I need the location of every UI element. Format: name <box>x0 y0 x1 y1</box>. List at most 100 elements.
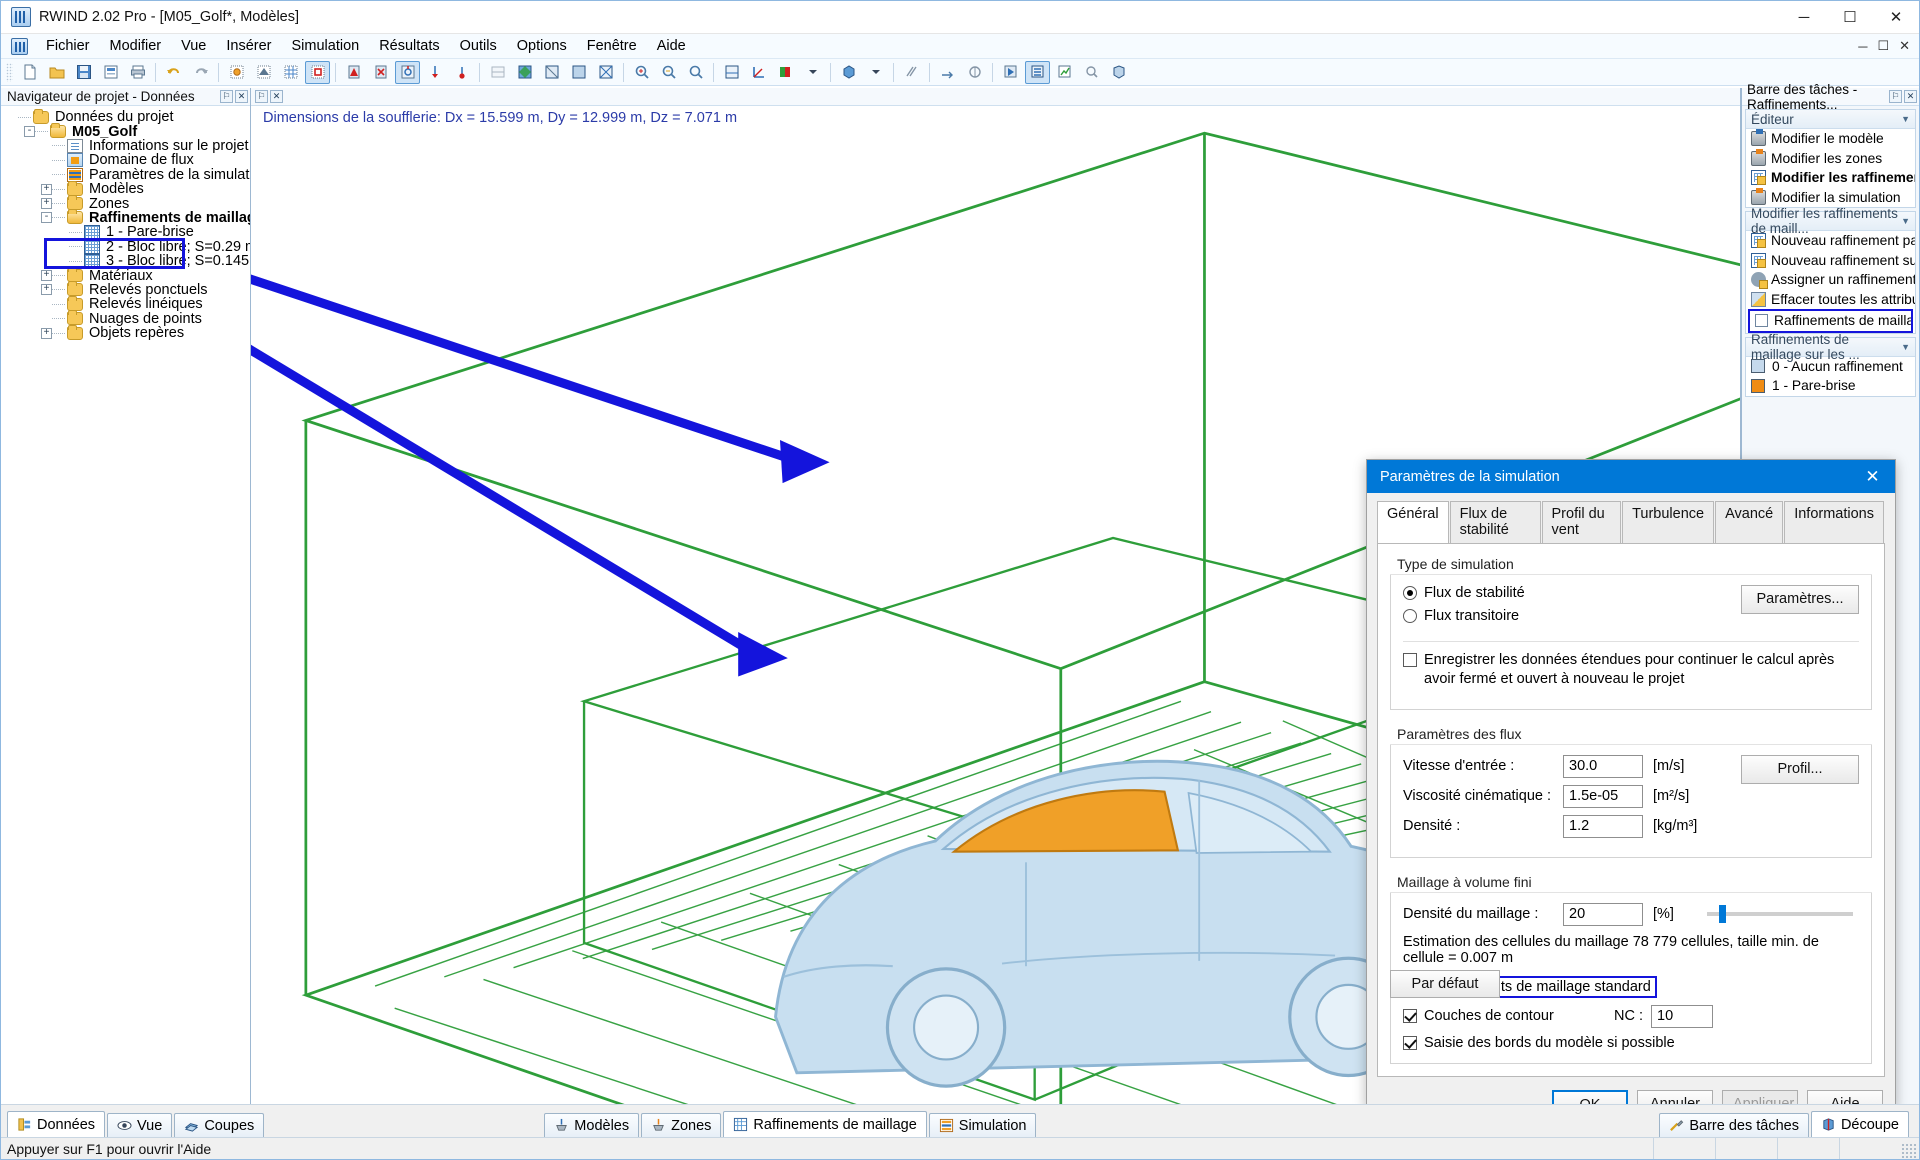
model-red-icon[interactable] <box>341 61 366 84</box>
render-mode-icon[interactable] <box>719 61 744 84</box>
tree-item-12[interactable]: + Relevés ponctuels <box>1 281 250 298</box>
dialog-tab-4[interactable]: Avancé <box>1715 501 1784 543</box>
bottom-tab-coupes[interactable]: Coupes <box>174 1113 265 1137</box>
zoom-out-icon[interactable] <box>656 61 681 84</box>
legend-item-0[interactable]: 0 - Aucun raffinement <box>1746 357 1915 377</box>
menu-item-modifier[interactable]: Modifier <box>100 36 172 56</box>
chevron-down-icon[interactable]: ▼ <box>1901 216 1910 226</box>
project-tree[interactable]: Données du projet - M05_Golf Informations s… <box>1 106 250 1104</box>
palette-dropdown-icon[interactable] <box>800 61 825 84</box>
radio-flux-stabilite[interactable] <box>1403 586 1417 600</box>
profile-button[interactable]: Profil... <box>1741 754 1859 784</box>
tree-item-14[interactable]: Nuages de points <box>1 310 250 327</box>
default-button[interactable]: Par défaut <box>1390 970 1500 998</box>
view-shaded-icon[interactable] <box>512 61 537 84</box>
radio-flux-transitoire[interactable] <box>1403 609 1417 623</box>
dialog-tab-3[interactable]: Turbulence <box>1622 501 1715 543</box>
grid-icon[interactable] <box>278 61 303 84</box>
mesh-settings-icon[interactable] <box>224 61 249 84</box>
pin-icon[interactable]: ⚐ <box>220 90 233 103</box>
resize-grip[interactable] <box>1901 1143 1917 1159</box>
scale-icon[interactable] <box>962 61 987 84</box>
box-icon[interactable] <box>836 61 861 84</box>
transform-icon[interactable] <box>935 61 960 84</box>
tree-expander[interactable]: + <box>41 284 52 296</box>
taskpanel-item-1-3[interactable]: Effacer toutes les attributions <box>1746 290 1915 310</box>
tree-item-13[interactable]: Relevés linéiques <box>1 295 250 312</box>
nc-input[interactable]: 10 <box>1651 1004 1713 1028</box>
taskpanel-item-1-4[interactable]: Raffinements de maillage standard <box>1750 311 1911 331</box>
dialog-tab-5[interactable]: Informations <box>1784 501 1884 543</box>
boundary-layers-row[interactable]: Couches de contour NC : 10 <box>1403 1004 1859 1028</box>
tree-item-2[interactable]: Informations sur le projet <box>1 138 250 154</box>
view-solid-icon[interactable] <box>566 61 591 84</box>
view-cross-icon[interactable] <box>593 61 618 84</box>
box-dropdown-icon[interactable] <box>863 61 888 84</box>
tree-expander[interactable]: + <box>41 327 52 339</box>
axes-icon[interactable] <box>746 61 771 84</box>
menu-item-simulation[interactable]: Simulation <box>282 36 370 56</box>
taskpanel-item-1-1[interactable]: Nouveau raffinement sur les zon... <box>1746 251 1915 271</box>
menu-item-inserer[interactable]: Insérer <box>216 36 281 56</box>
mesh-density-input[interactable]: 20 <box>1563 902 1643 926</box>
dialog-close-button[interactable]: ✕ <box>1850 460 1895 493</box>
help-tool-icon[interactable] <box>1106 61 1131 84</box>
tree-item-4[interactable]: Paramètres de la simulation <box>1 167 250 183</box>
tree-item-0[interactable]: Données du projet <box>1 108 250 125</box>
taskpanel-item-1-2[interactable]: Assigner un raffinement de maill... <box>1746 270 1915 290</box>
tree-expander[interactable]: + <box>41 198 52 210</box>
tree-item-1[interactable]: - M05_Golf <box>1 123 250 140</box>
model-rotate-icon[interactable] <box>395 60 420 84</box>
maximize-button[interactable]: ☐ <box>1827 1 1873 33</box>
menu-item-fichier[interactable]: Fichier <box>36 36 100 56</box>
zoom-in-icon[interactable] <box>629 61 654 84</box>
tree-item-5[interactable]: + Modèles <box>1 180 250 197</box>
radio-row-flux-transitoire[interactable]: Flux transitoire <box>1403 608 1741 624</box>
taskpanel-item-0-2[interactable]: Modifier les raffinements d◂ <box>1746 168 1915 188</box>
simulation-parameters-dialog[interactable]: Paramètres de la simulation ✕ Général Flu… <box>1366 459 1896 1120</box>
mdi-minimize-button[interactable]: ─ <box>1853 39 1872 54</box>
tree-item-11[interactable]: + Matériaux <box>1 266 250 284</box>
chevron-down-icon[interactable]: ▼ <box>1901 342 1910 352</box>
bottom-tab-vue[interactable]: Vue <box>107 1113 173 1137</box>
taskpanel-item-0-3[interactable]: Modifier la simulation <box>1746 187 1915 208</box>
save-icon[interactable] <box>71 61 96 84</box>
bottom-tab-d-coupe[interactable]: Découpe <box>1810 1111 1909 1137</box>
tree-item-7[interactable]: - Raffinements de maillage <box>1 209 250 226</box>
tree-item-3[interactable]: Domaine de flux <box>1 152 250 168</box>
undo-icon[interactable] <box>161 61 186 84</box>
close-icon[interactable]: ✕ <box>270 90 283 103</box>
bottom-tab-mod-les[interactable]: Modèles <box>544 1113 640 1137</box>
close-icon[interactable]: ✕ <box>235 90 248 103</box>
mdi-restore-button[interactable]: ☐ <box>1872 38 1894 54</box>
print-preview-icon[interactable] <box>98 61 123 84</box>
taskpanel-group-header[interactable]: Raffinements de maillage sur les ... ▼ <box>1746 332 1915 362</box>
pin-icon[interactable]: ⚐ <box>1889 90 1902 103</box>
results-icon[interactable] <box>1052 61 1077 84</box>
toolbar-grip[interactable] <box>6 62 13 82</box>
save-extended-data-row[interactable]: Enregistrer les données étendues pour co… <box>1403 651 1859 690</box>
tree-expander[interactable]: - <box>24 126 35 138</box>
domain-icon[interactable] <box>305 60 330 84</box>
redo-icon[interactable] <box>188 61 213 84</box>
kinematic-viscosity-input[interactable]: 1.5e-05 <box>1563 784 1643 808</box>
tree-expander[interactable]: - <box>41 212 52 224</box>
minimize-button[interactable]: ─ <box>1781 1 1827 33</box>
print-icon[interactable] <box>125 61 150 84</box>
model-pin2-icon[interactable] <box>449 61 474 84</box>
pin-icon[interactable]: ⚐ <box>255 90 268 103</box>
open-file-icon[interactable] <box>44 61 69 84</box>
menu-item-resultats[interactable]: Résultats <box>369 36 449 56</box>
mesh-density-slider[interactable] <box>1707 905 1853 924</box>
inlet-velocity-input[interactable]: 30.0 <box>1563 754 1643 778</box>
tree-expander[interactable]: + <box>41 269 52 281</box>
dialog-tab-0[interactable]: Général <box>1377 501 1449 543</box>
taskpanel-group-header[interactable]: Éditeur ▼ <box>1746 110 1915 129</box>
mesh-view-icon[interactable] <box>251 61 276 84</box>
zoom-fit-icon[interactable] <box>683 61 708 84</box>
taskpanel-item-0-0[interactable]: Modifier le modèle <box>1746 129 1915 149</box>
mesh-density-slider-thumb[interactable] <box>1719 905 1726 924</box>
save-extended-data-checkbox[interactable] <box>1403 653 1417 667</box>
menu-item-vue[interactable]: Vue <box>171 36 216 56</box>
boundary-layers-checkbox[interactable] <box>1403 1009 1417 1024</box>
